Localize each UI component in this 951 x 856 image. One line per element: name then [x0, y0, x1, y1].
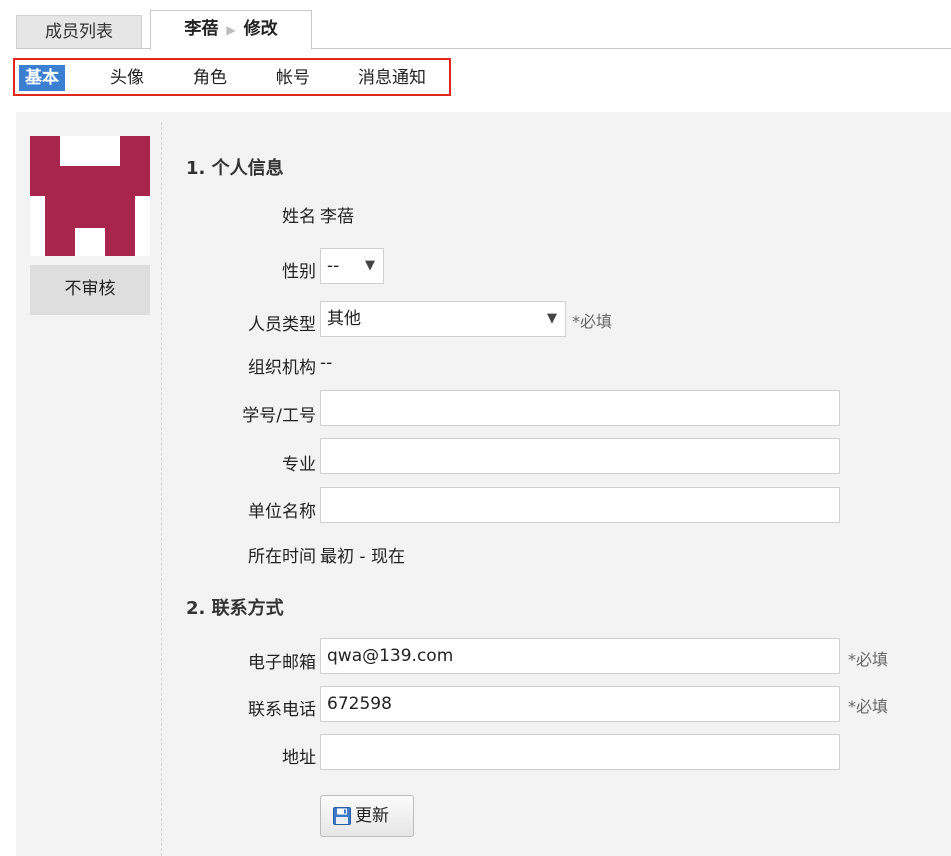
major-label: 专业	[282, 455, 316, 475]
student-id-label: 学号/工号	[242, 406, 316, 426]
unit-name-label: 单位名称	[248, 502, 316, 522]
subtab-basic[interactable]: 基本	[19, 65, 65, 91]
name-label: 姓名	[282, 207, 316, 227]
person-type-select[interactable]: 其他 ▼	[320, 301, 566, 337]
subtab-account[interactable]: 帐号	[276, 65, 310, 91]
avatar	[30, 136, 150, 256]
column-divider	[161, 122, 162, 856]
edit-action-label: 修改	[243, 19, 278, 39]
address-label: 地址	[282, 748, 316, 768]
dropdown-arrow-icon: ▼	[547, 311, 557, 326]
gender-label: 性别	[282, 262, 316, 282]
section-contact-title: 2. 联系方式	[186, 598, 284, 619]
unit-name-input[interactable]	[320, 487, 840, 523]
organization-value: --	[320, 353, 333, 373]
gender-select[interactable]: -- ▼	[320, 248, 384, 284]
update-button-label: 更新	[355, 806, 389, 826]
subtab-role[interactable]: 角色	[193, 65, 227, 91]
time-range-label: 所在时间	[248, 547, 316, 567]
required-note: *必填	[848, 650, 889, 669]
edit-member-name: 李蓓	[184, 19, 219, 39]
address-input[interactable]	[320, 734, 840, 770]
tab-member-list[interactable]: 成员列表	[16, 15, 142, 48]
organization-label: 组织机构	[248, 358, 316, 378]
dropdown-arrow-icon: ▼	[365, 258, 375, 273]
top-tab-bar: 成员列表 李蓓 ▶ 修改	[16, 10, 951, 50]
phone-label: 联系电话	[248, 700, 316, 720]
person-type-selected-value: 其他	[327, 309, 361, 329]
update-button[interactable]: 更新	[320, 795, 414, 837]
phone-input[interactable]: 672598	[320, 686, 840, 722]
no-review-button[interactable]: 不审核	[30, 265, 150, 315]
required-note: *必填	[848, 697, 889, 716]
sub-tab-bar: 基本 头像 角色 帐号 消息通知	[13, 58, 451, 96]
major-input[interactable]	[320, 438, 840, 474]
time-range-value: 最初 - 现在	[320, 547, 405, 567]
person-type-label: 人员类型	[248, 315, 316, 335]
student-id-input[interactable]	[320, 390, 840, 426]
name-value: 李蓓	[320, 207, 354, 227]
email-label: 电子邮箱	[248, 653, 316, 673]
gender-selected-value: --	[327, 256, 340, 276]
subtab-avatar[interactable]: 头像	[110, 65, 144, 91]
email-input[interactable]: qwa@139.com	[320, 638, 840, 674]
breadcrumb-arrow-icon: ▶	[226, 23, 236, 37]
section-personal-info-title: 1. 个人信息	[186, 158, 284, 179]
subtab-notifications[interactable]: 消息通知	[358, 65, 426, 91]
save-disk-icon	[333, 807, 351, 825]
required-note: *必填	[572, 312, 613, 331]
content-panel: 不审核 1. 个人信息 姓名 李蓓 性别 -- ▼ 人员类型 其他 ▼ *必填 …	[16, 112, 951, 856]
tab-edit-member[interactable]: 李蓓 ▶ 修改	[150, 10, 312, 50]
